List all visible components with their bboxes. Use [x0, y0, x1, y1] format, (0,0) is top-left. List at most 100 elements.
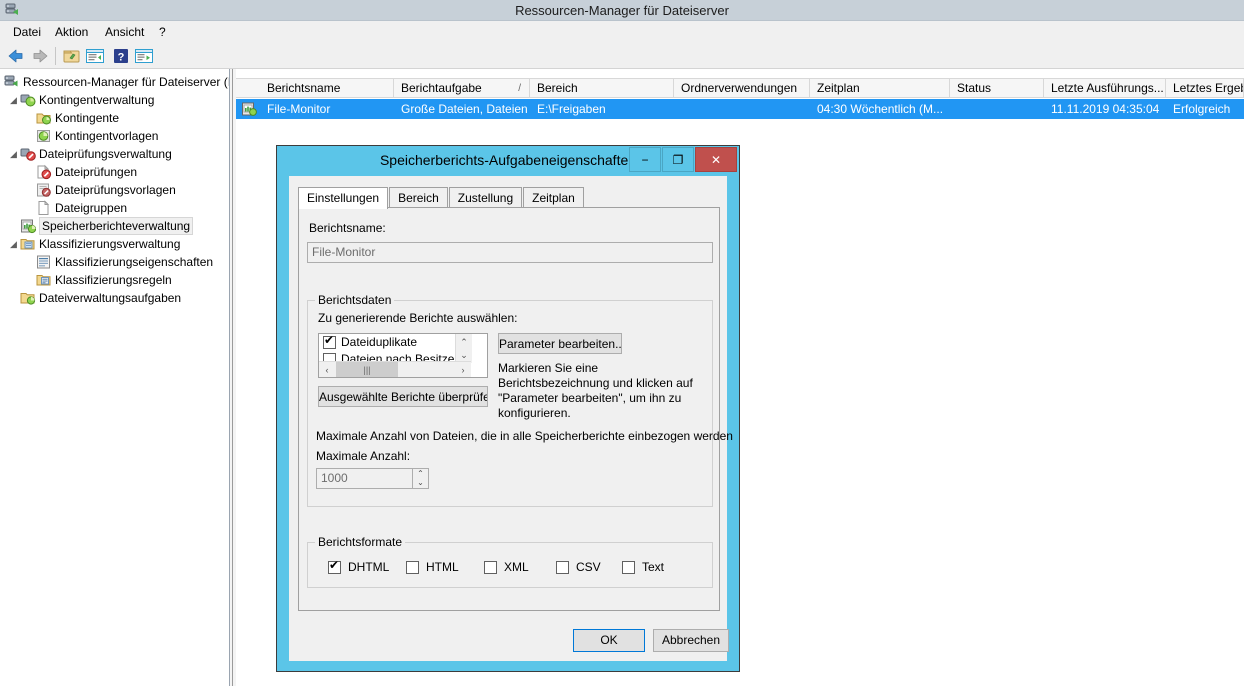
column-header-label: Letztes Ergeb — [1173, 81, 1244, 95]
edit-parameters-button[interactable]: Parameter bearbeiten... — [498, 333, 622, 354]
tree-item[interactable]: Speicherberichteverwaltung — [4, 217, 229, 235]
tree-item-label: Klassifizierungsregeln — [55, 273, 172, 287]
help-icon[interactable]: ? — [110, 46, 132, 66]
classification-icon — [20, 236, 36, 252]
report-name-input[interactable]: File-Monitor — [307, 242, 713, 263]
tree-item[interactable]: Ressourcen-Manager für Dateiserver (I — [4, 73, 229, 91]
quota-folder-icon — [36, 110, 52, 126]
report-checkbox[interactable] — [323, 334, 336, 349]
table-cell: Erfolgreich — [1173, 102, 1231, 116]
sort-indicator-icon: / — [518, 83, 521, 94]
report-formats-groupbox: Berichtsformate DHTML HTML XML CSV Text — [307, 535, 713, 588]
console-tree[interactable]: Ressourcen-Manager für Dateiserver (I ◢ Ko… — [0, 69, 230, 686]
expander-icon[interactable]: ◢ — [8, 149, 19, 160]
tree-item-label: Dateiverwaltungsaufgaben — [39, 291, 182, 305]
tree-item-label: Klassifizierungsverwaltung — [39, 237, 181, 251]
listbox-hscrollbar[interactable]: ‹ ||| › — [319, 361, 471, 377]
table-cell: E:\Freigaben — [537, 102, 606, 116]
ok-button[interactable]: OK — [573, 629, 645, 652]
show-hide-tree-icon[interactable] — [61, 46, 83, 66]
hscroll-thumb[interactable]: ||| — [336, 362, 398, 377]
tree-item[interactable]: Dateiprüfungen — [4, 163, 229, 181]
max-count-spinner[interactable]: ⌃ ⌄ — [412, 468, 429, 489]
column-header[interactable]: Zeitplan — [810, 79, 950, 98]
tree-item[interactable]: Dateiprüfungsvorlagen — [4, 181, 229, 199]
tree-item[interactable]: ◢ Klassifizierungsverwaltung — [4, 235, 229, 253]
review-selected-reports-button[interactable]: Ausgewählte Berichte überprüfen — [318, 386, 488, 407]
report-formats-group-title: Berichtsformate — [315, 535, 406, 549]
menu-aktion[interactable]: Aktion — [48, 21, 95, 43]
format-label: XML — [504, 560, 529, 574]
menubar: Datei Aktion Ansicht ? — [0, 21, 1244, 43]
back-arrow-icon[interactable] — [5, 46, 27, 66]
classification-rules-icon — [36, 272, 52, 288]
tab-einstellungen[interactable]: Einstellungen — [298, 187, 389, 209]
dialog-body: Einstellungen Bereich Zustellung Zeitplan B… — [289, 176, 733, 661]
format-checkbox[interactable] — [622, 561, 635, 574]
format-checkbox[interactable] — [328, 559, 341, 574]
table-row[interactable]: File-Monitor Große Dateien, Dateien n... E… — [236, 99, 1244, 119]
tree-item[interactable]: Dateigruppen — [4, 199, 229, 217]
expander-icon[interactable]: ◢ — [8, 239, 19, 250]
menu-ansicht[interactable]: Ansicht — [98, 21, 151, 43]
tree-item[interactable]: ◢ Kontingentverwaltung — [4, 91, 229, 109]
scroll-left-icon[interactable]: ‹ — [319, 362, 335, 377]
column-header[interactable]: Bereich — [530, 79, 674, 98]
column-header[interactable]: Letztes Ergeb — [1166, 79, 1244, 98]
list-header: Berichtsname Berichtaufgabe / Bereich Ordner… — [236, 78, 1244, 98]
tree-item[interactable]: Klassifizierungseigenschaften — [4, 253, 229, 271]
spinner-down-icon[interactable]: ⌄ — [413, 479, 428, 487]
column-header[interactable]: Letzte Ausführungs... — [1044, 79, 1166, 98]
column-header[interactable]: Berichtsname — [260, 79, 394, 98]
tab-bereich[interactable]: Bereich — [389, 187, 448, 208]
max-count-input[interactable]: 1000 — [316, 468, 416, 489]
tab-zustellung[interactable]: Zustellung — [448, 187, 523, 208]
column-header[interactable]: Ordnerverwendungen — [674, 79, 810, 98]
tab-zeitplan[interactable]: Zeitplan — [523, 187, 584, 208]
maximize-button[interactable]: ❐ — [662, 147, 694, 172]
scroll-right-icon[interactable]: › — [455, 362, 471, 377]
tree-item[interactable]: Kontingente — [4, 109, 229, 127]
toolbar-separator — [55, 47, 56, 65]
listbox-vscrollbar[interactable]: ⌃ ⌄ — [455, 334, 472, 363]
svg-text:?: ? — [118, 52, 125, 64]
max-files-description: Maximale Anzahl von Dateien, die in alle… — [316, 429, 733, 443]
tree-item[interactable]: Dateiverwaltungsaufgaben — [4, 289, 229, 307]
list-item[interactable]: Dateiduplikate — [319, 334, 471, 351]
reports-listbox[interactable]: DateiduplikateDateien nach Besitzer ⌃ ⌄ … — [318, 333, 488, 378]
format-checkbox[interactable] — [484, 561, 497, 574]
tree-item-label: Dateiprüfungsverwaltung — [39, 147, 172, 161]
format-label: CSV — [576, 560, 601, 574]
table-cell: 11.11.2019 04:35:04 — [1051, 102, 1160, 116]
forward-arrow-icon[interactable] — [29, 46, 51, 66]
column-header-label: Ordnerverwendungen — [681, 81, 798, 95]
quota-management-icon — [20, 92, 36, 108]
column-header[interactable]: Status — [950, 79, 1044, 98]
tree-item-label: Dateigruppen — [55, 201, 128, 215]
menu-datei[interactable]: Datei — [6, 21, 48, 43]
spinner-up-icon[interactable]: ⌃ — [413, 470, 428, 478]
menu-help[interactable]: ? — [152, 21, 173, 43]
tree-item[interactable]: Klassifizierungsregeln — [4, 271, 229, 289]
minimize-button[interactable]: − — [629, 147, 661, 172]
file-screen-icon — [36, 164, 52, 180]
format-checkbox[interactable] — [406, 561, 419, 574]
format-checkbox[interactable] — [556, 561, 569, 574]
file-management-tasks-icon — [20, 290, 36, 306]
classification-properties-icon — [36, 254, 52, 270]
properties-icon[interactable] — [84, 46, 106, 66]
cancel-button[interactable]: Abbrechen — [653, 629, 729, 652]
format-label: DHTML — [348, 560, 390, 574]
column-header[interactable]: Berichtaufgabe / — [394, 79, 530, 98]
window-title: Ressourcen-Manager für Dateiserver — [515, 3, 729, 18]
server-manager-icon — [4, 74, 20, 90]
close-button[interactable]: ✕ — [695, 147, 737, 172]
table-cell — [674, 99, 810, 119]
tree-item[interactable]: Kontingentvorlagen — [4, 127, 229, 145]
tree-item[interactable]: ◢ Dateiprüfungsverwaltung — [4, 145, 229, 163]
expander-icon[interactable]: ◢ — [8, 95, 19, 106]
export-list-icon[interactable] — [133, 46, 155, 66]
parameters-hint-text: Markieren Sie eine Berichtsbezeichnung u… — [498, 361, 693, 420]
tree-item-label: Klassifizierungseigenschaften — [55, 255, 214, 269]
quota-template-icon — [36, 128, 52, 144]
